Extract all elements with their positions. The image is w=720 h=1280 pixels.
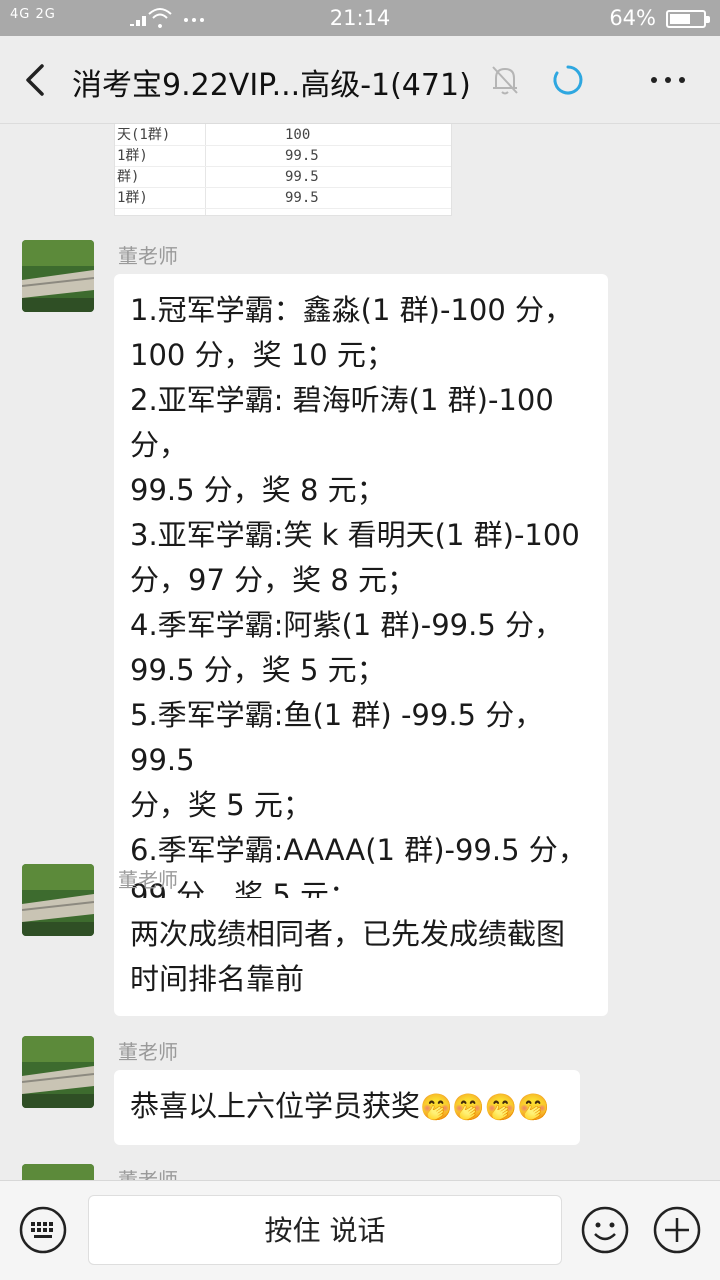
message-bubble[interactable]: 恭喜以上六位学员获奖🤭🤭🤭🤭 <box>114 1070 580 1145</box>
message-bubble[interactable]: 1.冠军学霸：鑫淼(1 群)-100 分， 100 分，奖 10 元； 2.亚军… <box>114 274 608 932</box>
mute-bell-icon[interactable] <box>488 62 522 98</box>
image-row-name: 天(1群) <box>117 127 171 143</box>
image-row-score: 99.5 <box>285 148 319 164</box>
input-bar: 按住 说话 <box>0 1180 720 1280</box>
avatar[interactable] <box>22 240 94 312</box>
shared-score-image[interactable]: 天(1群) 100 1群) 99.5 群) 99.5 1群) 99.5 <box>114 124 452 216</box>
status-bar: 4G 2G 21:14 64% <box>0 0 720 36</box>
image-row: 1群) 99.5 <box>115 188 451 209</box>
battery-percent: 64% <box>609 6 656 30</box>
sender-name: 董老师 <box>118 1040 178 1064</box>
image-row-score: 99.5 <box>285 169 319 185</box>
plus-icon[interactable] <box>652 1205 702 1255</box>
image-row-name: 群) <box>117 169 140 185</box>
chat-header: 消考宝9.22VIP...高级-1(471) <box>0 36 720 124</box>
hold-to-talk-button[interactable]: 按住 说话 <box>88 1195 562 1265</box>
image-row: 天(1群) 100 <box>115 125 451 146</box>
message-bubble[interactable]: 两次成绩相同者，已先发成绩截图 时间排名靠前 <box>114 898 608 1016</box>
emoji-icon[interactable] <box>580 1205 630 1255</box>
avatar[interactable] <box>22 1036 94 1108</box>
image-row-score: 100 <box>285 127 311 143</box>
emoji-sequence: 🤭🤭🤭🤭 <box>420 1093 550 1123</box>
sync-icon[interactable] <box>552 64 584 96</box>
image-row-score: 99.5 <box>285 190 319 206</box>
battery-level <box>670 14 690 24</box>
image-row-name: 1群) <box>117 148 148 164</box>
avatar[interactable] <box>22 1164 94 1180</box>
keyboard-icon[interactable] <box>18 1205 68 1255</box>
message-text: 恭喜以上六位学员获奖 <box>130 1089 421 1123</box>
avatar[interactable] <box>22 864 94 936</box>
image-row: 群) 99.5 <box>115 167 451 188</box>
more-icon[interactable] <box>644 62 692 98</box>
battery-icon <box>666 10 710 28</box>
sender-name: 董老师 <box>118 1168 178 1180</box>
image-row: 1群) 99.5 <box>115 146 451 167</box>
sender-name: 董老师 <box>118 244 178 268</box>
sender-name: 董老师 <box>118 868 178 892</box>
back-arrow-icon[interactable] <box>18 58 54 102</box>
message-list[interactable]: 天(1群) 100 1群) 99.5 群) 99.5 1群) 99.5 董老师 <box>0 124 720 1180</box>
chat-title: 消考宝9.22VIP...高级-1(471) <box>72 68 471 103</box>
image-row-name: 1群) <box>117 190 148 206</box>
